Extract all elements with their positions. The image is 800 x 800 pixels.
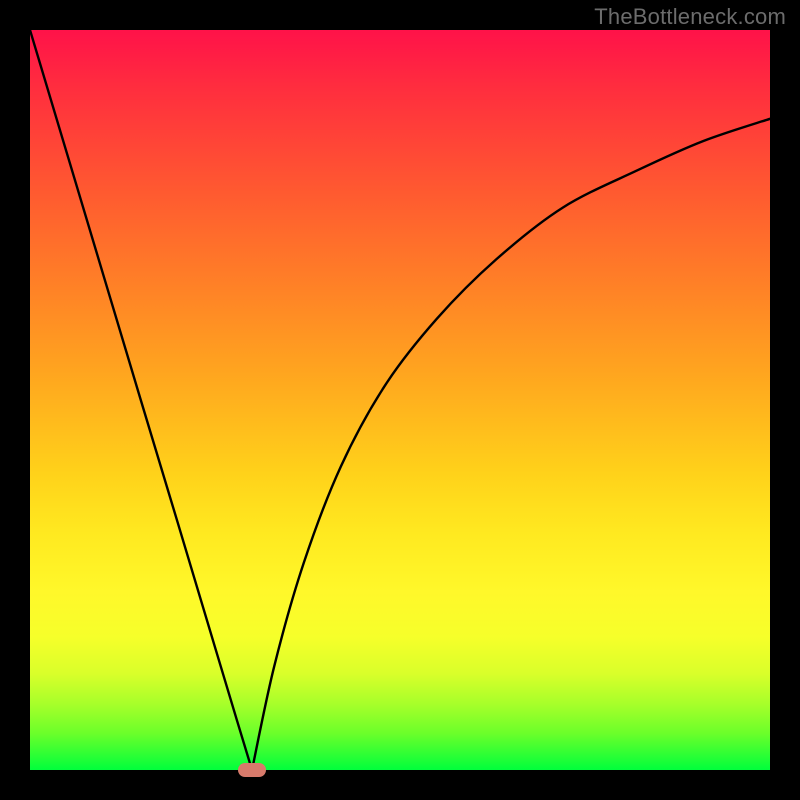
chart-frame: TheBottleneck.com bbox=[0, 0, 800, 800]
watermark-text: TheBottleneck.com bbox=[594, 4, 786, 30]
plot-background-gradient bbox=[30, 30, 770, 770]
min-point-marker bbox=[238, 763, 266, 777]
